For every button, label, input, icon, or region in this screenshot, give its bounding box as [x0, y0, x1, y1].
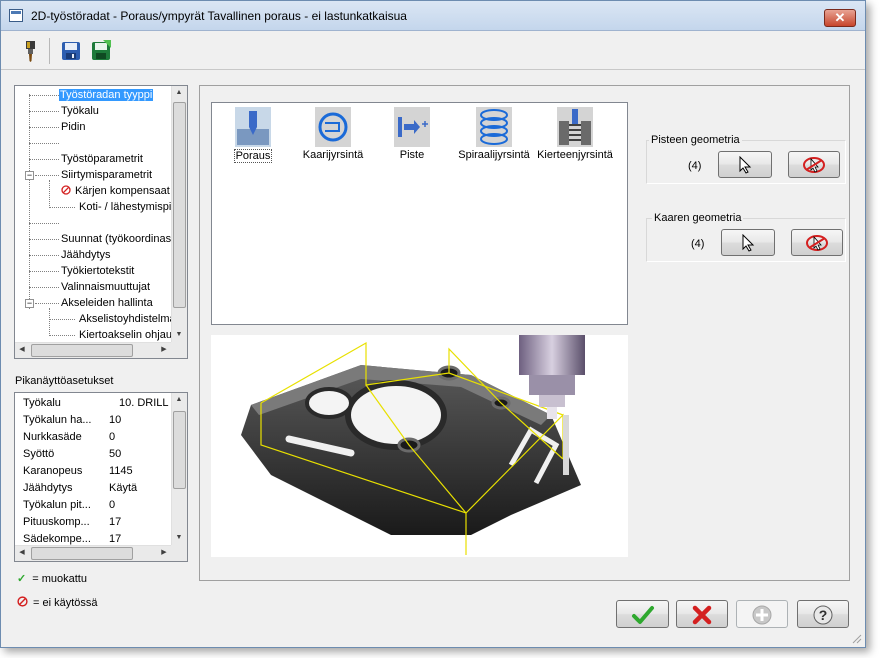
list-item: Työkalun pit... 0 — [23, 499, 116, 511]
disabled-icon — [61, 185, 71, 195]
toolpath-type-list[interactable]: Poraus Kaarijyrsintä Piste Spiraalijyrsi… — [211, 102, 628, 325]
list-item: Pituuskomp... 17 — [23, 516, 122, 528]
parameter-tree[interactable]: − − Työstöradan tyyppi Työkalu Pidin Työ… — [14, 85, 188, 359]
quick-settings-title: Pikanäyttöasetukset — [15, 375, 114, 387]
scroll-down-icon[interactable]: ▼ — [172, 531, 186, 545]
point-geometry-count: (4) — [688, 160, 702, 172]
scroll-right-icon[interactable]: ▶ — [157, 546, 171, 560]
add-plus-icon — [752, 605, 772, 625]
cancel-button[interactable] — [676, 600, 728, 628]
clear-selection-icon — [803, 157, 825, 173]
scrollbar-thumb[interactable] — [31, 547, 133, 560]
tool-icon[interactable] — [19, 38, 43, 64]
ok-button[interactable] — [616, 600, 669, 628]
list-item: Työkalun ha... 10 — [23, 414, 122, 426]
tree-item-axis-combination[interactable]: Akselistoyhdistelmä — [79, 312, 176, 327]
scrollbar-thumb[interactable] — [31, 344, 133, 357]
tree-item-linking-parameters[interactable]: Siirtymisparametrit — [61, 168, 152, 183]
toolbar — [1, 32, 865, 70]
quick-horizontal-scrollbar[interactable]: ◀ ▶ — [15, 545, 171, 561]
scroll-up-icon[interactable]: ▲ — [172, 393, 186, 407]
scroll-down-icon[interactable]: ▼ — [172, 328, 186, 342]
save-icon[interactable] — [59, 38, 83, 64]
save-as-icon[interactable] — [89, 38, 113, 64]
toolpath-preview-image — [211, 335, 628, 557]
tree-horizontal-scrollbar[interactable]: ◀ ▶ — [15, 342, 171, 358]
quick-vertical-scrollbar[interactable]: ▲ ▼ — [171, 393, 187, 545]
legend-disabled: = ei käytössä — [17, 596, 98, 609]
select-points-button[interactable] — [718, 151, 772, 178]
close-button[interactable]: ✕ — [824, 9, 856, 27]
resize-grip[interactable] — [852, 634, 862, 644]
tree-item-home-approach[interactable]: Koti- / lähestymispi — [79, 200, 171, 215]
toolpath-type-drilling[interactable]: Poraus — [230, 107, 276, 163]
pointer-icon — [742, 233, 755, 252]
drilling-icon — [235, 107, 271, 147]
tree-expander[interactable]: − — [25, 171, 34, 180]
app-window-icon — [9, 9, 23, 22]
scroll-corner — [171, 545, 187, 561]
cancel-x-icon — [692, 605, 712, 625]
scroll-left-icon[interactable]: ◀ — [15, 343, 29, 357]
list-item: Jäähdytys Käytä — [23, 482, 138, 494]
list-item: Nurkkasäde 0 — [23, 431, 116, 443]
tree-vertical-scrollbar[interactable]: ▲ ▼ — [171, 86, 187, 342]
toolpath-type-point[interactable]: Piste — [389, 107, 435, 161]
legend-modified: ✓ = muokattu — [17, 573, 87, 585]
list-item: Työkalu 10. DRILL ... — [23, 397, 181, 409]
tree-item-tip-compensation[interactable]: Kärjen kompensaat — [61, 184, 170, 199]
list-item: Karanopeus 1145 — [23, 465, 133, 477]
clear-arcs-button[interactable] — [791, 229, 843, 256]
thread-mill-icon — [557, 107, 593, 147]
select-arcs-button[interactable] — [721, 229, 775, 256]
pointer-icon — [739, 155, 752, 174]
tree-item-rotary-axis[interactable]: Kiertoakselin ohjau — [79, 328, 172, 343]
tree-item-toolpath-type[interactable]: Työstöradan tyyppi — [59, 88, 154, 103]
scroll-left-icon[interactable]: ◀ — [15, 546, 29, 560]
arc-geometry-title: Kaaren geometria — [652, 212, 744, 224]
svg-text:?: ? — [819, 607, 828, 623]
arc-geometry-count: (4) — [691, 238, 705, 250]
clear-points-button[interactable] — [788, 151, 840, 178]
help-question-icon: ? — [813, 605, 833, 625]
disabled-icon — [17, 596, 28, 607]
toolpath-type-helix-bore[interactable]: Spiraalijyrsintä — [456, 107, 532, 161]
clear-selection-icon — [806, 235, 828, 251]
scrollbar-thumb[interactable] — [173, 411, 186, 489]
tree-expander[interactable]: − — [25, 299, 34, 308]
scroll-up-icon[interactable]: ▲ — [172, 86, 186, 100]
helix-bore-icon — [476, 107, 512, 147]
scrollbar-thumb[interactable] — [173, 102, 186, 308]
tree-item-axis-control[interactable]: Akseleiden hallinta — [61, 296, 153, 311]
scroll-right-icon[interactable]: ▶ — [157, 343, 171, 357]
scroll-corner — [171, 342, 187, 358]
tree-item-holder[interactable]: Pidin — [61, 120, 85, 135]
title-bar: 2D-työstöradat - Poraus/ympyrät Tavallin… — [1, 1, 865, 31]
circle-mill-icon — [315, 107, 351, 147]
toolpath-type-circle-mill[interactable]: Kaarijyrsintä — [300, 107, 366, 161]
ok-check-icon — [631, 606, 654, 624]
add-button[interactable] — [736, 600, 788, 628]
tree-item-planes[interactable]: Suunnat (työkoordinast — [61, 232, 174, 247]
toolpath-type-thread-mill[interactable]: Kierteenjyrsintä — [534, 107, 616, 161]
tree-item-tool[interactable]: Työkalu — [61, 104, 99, 119]
point-geometry-title: Pisteen geometria — [649, 134, 742, 146]
tree-item-cut-parameters[interactable]: Työstöparametrit — [61, 152, 143, 167]
point-icon — [394, 107, 430, 147]
check-icon: ✓ — [17, 573, 27, 585]
tree-item-canned-text[interactable]: Työkiertotekstit — [61, 264, 134, 279]
tree-item-misc-values[interactable]: Valinnaismuuttujat — [61, 280, 150, 295]
toolbar-separator — [49, 38, 50, 64]
dialog-window: 2D-työstöradat - Poraus/ympyrät Tavallin… — [0, 0, 866, 648]
quick-settings-list[interactable]: Työkalu 10. DRILL ... Työkalun ha... 10 Nu… — [14, 392, 188, 562]
help-button[interactable]: ? — [797, 600, 849, 628]
list-item: Syöttö 50 — [23, 448, 122, 460]
tree-item-coolant[interactable]: Jäähdytys — [61, 248, 111, 263]
window-title: 2D-työstöradat - Poraus/ympyrät Tavallin… — [31, 9, 407, 23]
